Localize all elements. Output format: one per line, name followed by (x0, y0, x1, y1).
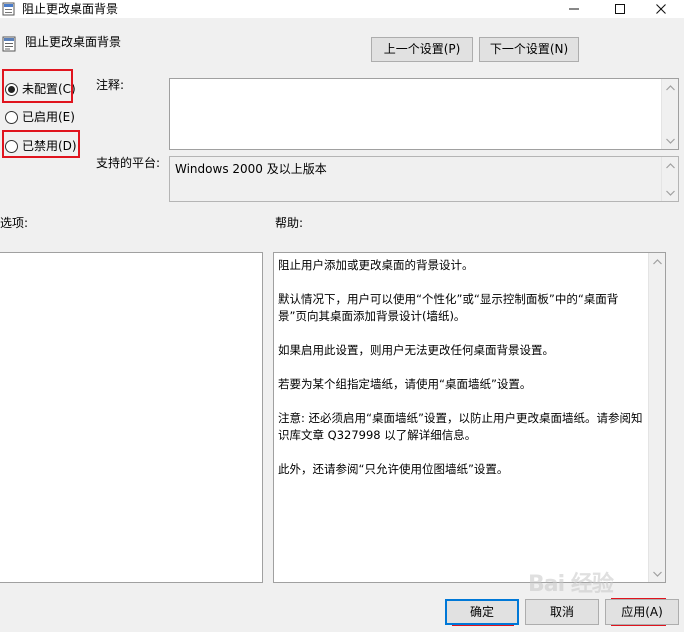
apply-button[interactable]: 应用(A) (605, 599, 679, 625)
ok-button[interactable]: 确定 (445, 599, 519, 625)
radio-enabled-dot[interactable] (5, 110, 18, 124)
help-paragraph: 此外，还请参阅“只允许使用位图墙纸”设置。 (278, 462, 509, 476)
help-text: 阻止用户添加或更改桌面的背景设计。 默认情况下，用户可以使用“个性化”或“显示控… (278, 257, 645, 495)
supported-platform-value: Windows 2000 及以上版本 (175, 162, 327, 176)
help-label: 帮助: (275, 216, 304, 230)
scroll-up-icon[interactable] (649, 253, 665, 270)
radio-disabled-label: 已禁用(D) (22, 139, 77, 153)
scroll-up-icon[interactable] (662, 157, 679, 174)
previous-setting-button[interactable]: 上一个设置(P) (371, 37, 473, 62)
scroll-up-icon[interactable] (662, 79, 679, 96)
help-paragraph: 注意: 还必须启用“桌面墙纸”设置，以防止用户更改桌面墙纸。请参阅知识库文章 Q… (278, 411, 643, 442)
radio-disabled[interactable]: 已禁用(D) (5, 137, 77, 155)
radio-enabled[interactable]: 已启用(E) (5, 108, 75, 126)
close-button[interactable] (638, 0, 684, 18)
radio-not-configured-label: 未配置(C) (22, 82, 76, 96)
help-paragraph: 默认情况下，用户可以使用“个性化”或“显示控制面板”中的“桌面背景”页向其桌面添… (278, 292, 619, 323)
minimize-button[interactable] (551, 0, 597, 18)
platform-scrollbar[interactable] (661, 157, 678, 201)
help-paragraph: 阻止用户添加或更改桌面的背景设计。 (278, 258, 474, 272)
help-paragraph: 若要为某个组指定墙纸，请使用“桌面墙纸”设置。 (278, 377, 532, 391)
options-panel (0, 252, 263, 583)
radio-enabled-label: 已启用(E) (22, 110, 75, 124)
policy-title: 阻止更改桌面背景 (25, 35, 122, 49)
maximize-button[interactable] (597, 0, 643, 18)
help-scrollbar[interactable] (648, 253, 665, 582)
cancel-button[interactable]: 取消 (525, 599, 599, 625)
comment-label: 注释: (96, 78, 125, 92)
title-bar[interactable]: 阻止更改桌面背景 (0, 0, 684, 18)
policy-setting-icon (2, 36, 16, 52)
policy-app-icon (2, 2, 15, 16)
close-icon (656, 4, 666, 14)
scroll-down-icon[interactable] (662, 132, 679, 149)
supported-platform-label: 支持的平台: (96, 156, 161, 170)
scroll-down-icon[interactable] (649, 565, 665, 582)
baidu-watermark: Bai 经验 (528, 572, 614, 597)
radio-not-configured-dot[interactable] (5, 82, 18, 96)
window-title: 阻止更改桌面背景 (22, 2, 119, 16)
options-label: 选项: (0, 216, 29, 230)
radio-not-configured[interactable]: 未配置(C) (5, 80, 76, 98)
help-paragraph: 如果启用此设置，则用户无法更改任何桌面背景设置。 (278, 343, 554, 357)
radio-disabled-dot[interactable] (5, 139, 18, 153)
help-panel: 阻止用户添加或更改桌面的背景设计。 默认情况下，用户可以使用“个性化”或“显示控… (273, 252, 666, 583)
maximize-icon (615, 4, 625, 14)
comment-scrollbar[interactable] (661, 79, 678, 149)
supported-platform-box: Windows 2000 及以上版本 (169, 156, 679, 202)
scroll-down-icon[interactable] (662, 184, 679, 201)
comment-textarea[interactable] (169, 78, 679, 150)
minimize-icon (569, 8, 579, 10)
next-setting-button[interactable]: 下一个设置(N) (479, 37, 579, 62)
